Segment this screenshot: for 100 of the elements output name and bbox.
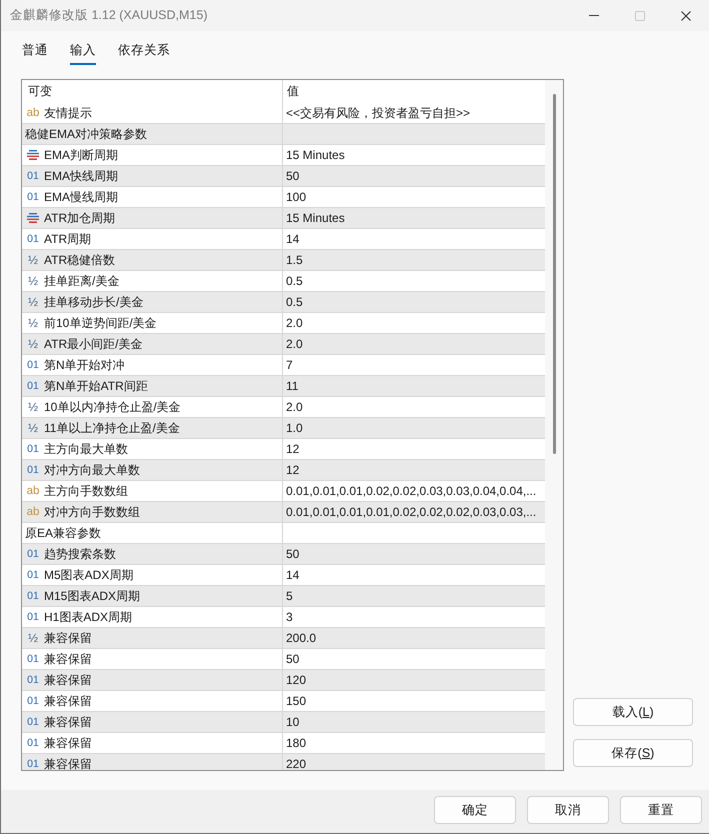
param-value: 12 [286, 442, 300, 456]
table-row[interactable]: 01 M15图表ADX周期 5 [22, 586, 545, 607]
param-name: EMA判断周期 [44, 146, 118, 164]
param-value: 220 [286, 757, 306, 770]
param-name: 兼容保留 [44, 630, 92, 646]
param-name: 对冲方向最大单数 [44, 462, 140, 478]
type-icon: ½ [26, 401, 40, 413]
table-row[interactable]: 01 ATR周期 14 [22, 229, 545, 250]
type-icon: ab [26, 506, 40, 518]
param-value: 120 [286, 673, 306, 687]
type-icon: 01 [26, 695, 40, 707]
param-name: 友情提示 [44, 104, 92, 122]
param-value: 50 [286, 547, 300, 561]
param-name: 10单以内净持仓止盈/美金 [44, 398, 181, 416]
type-icon: 01 [26, 548, 40, 560]
table-row[interactable]: ½ 前10单逆势间距/美金 2.0 [22, 313, 545, 334]
param-name: 第N单开始ATR间距 [44, 378, 148, 394]
group-row[interactable]: 原EA兼容参数 [22, 523, 545, 544]
table-row[interactable]: 01 EMA慢线周期 100 [22, 187, 545, 208]
side-button[interactable]: 载入(L) [573, 698, 693, 726]
param-name: 第N单开始对冲 [44, 356, 125, 374]
scrollbar[interactable] [545, 80, 563, 770]
type-icon: 01 [26, 758, 40, 770]
table-row[interactable]: ½ 挂单距离/美金 0.5 [22, 271, 545, 292]
param-name: 兼容保留 [44, 714, 92, 730]
tab[interactable]: 输入 [70, 42, 96, 65]
tab[interactable]: 依存关系 [118, 42, 170, 65]
param-value: 1.5 [286, 253, 303, 267]
table-row[interactable]: 01 主方向最大单数 12 [22, 439, 545, 460]
param-name: M15图表ADX周期 [44, 588, 140, 604]
type-icon: 01 [26, 611, 40, 623]
param-name: M5图表ADX周期 [44, 566, 134, 584]
param-value: 14 [286, 232, 300, 246]
table-row[interactable]: 01 兼容保留 120 [22, 670, 545, 691]
param-name: 兼容保留 [44, 672, 92, 688]
table-row[interactable]: 01 兼容保留 220 [22, 754, 545, 770]
type-icon: ½ [26, 254, 40, 266]
table-row[interactable]: 01 兼容保留 50 [22, 649, 545, 670]
param-value: <<交易有风险，投资者盈亏自担>> [286, 104, 470, 122]
table-row[interactable]: ½ 挂单移动步长/美金 0.5 [22, 292, 545, 313]
table-row[interactable]: 01 第N单开始对冲 7 [22, 355, 545, 376]
table-row[interactable]: 01 兼容保留 10 [22, 712, 545, 733]
column-header[interactable]: 值 [287, 83, 299, 100]
table-row[interactable]: 01 H1图表ADX周期 3 [22, 607, 545, 628]
param-value: 180 [286, 736, 306, 750]
table-row[interactable]: ½ 10单以内净持仓止盈/美金 2.0 [22, 397, 545, 418]
minimize-icon [589, 15, 599, 16]
param-name: ATR最小间距/美金 [44, 336, 142, 352]
table-row[interactable]: 01 EMA快线周期 50 [22, 166, 545, 187]
param-name: 11单以上净持仓止盈/美金 [44, 420, 180, 436]
table-row[interactable]: 01 趋势搜索条数 50 [22, 544, 545, 565]
table-row[interactable]: ½ 兼容保留 200.0 [22, 628, 545, 649]
table-row[interactable]: ab 主方向手数数组 0.01,0.01,0.01,0.02,0.02,0.03,0.03,0.04,0.04,... [22, 481, 545, 502]
table-row[interactable]: ab 对冲方向手数数组 0.01,0.01,0.01,0.01,0.02,0.02,0.02,0.03,0.03,... [22, 502, 545, 523]
param-value: 2.0 [286, 316, 303, 330]
table-row[interactable]: 01 第N单开始ATR间距 11 [22, 376, 545, 397]
table-row[interactable]: 01 M5图表ADX周期 14 [22, 565, 545, 586]
column-header[interactable]: 可变 [28, 83, 52, 100]
type-icon: 01 [26, 737, 40, 749]
type-icon: 01 [26, 716, 40, 728]
type-icon: 01 [26, 443, 40, 455]
table-row[interactable]: ATR加仓周期 15 Minutes [22, 208, 545, 229]
table-row[interactable]: 01 兼容保留 180 [22, 733, 545, 754]
table-row[interactable]: ½ ATR稳健倍数 1.5 [22, 250, 545, 271]
group-row[interactable]: 稳健EMA对冲策略参数 [22, 124, 545, 145]
table-row[interactable]: EMA判断周期 15 Minutes [22, 145, 545, 166]
param-value: 10 [286, 715, 300, 729]
footer-button[interactable]: 取消 [527, 796, 609, 824]
param-value: 0.01,0.01,0.01,0.02,0.02,0.03,0.03,0.04,0.04,... [286, 484, 536, 498]
group-name: 原EA兼容参数 [25, 524, 102, 542]
side-button[interactable]: 保存(S) [573, 739, 693, 767]
param-name: 挂单距离/美金 [44, 272, 120, 290]
type-icon: ½ [26, 296, 40, 308]
param-value: 7 [286, 358, 293, 372]
footer-button[interactable]: 确定 [434, 796, 516, 824]
param-value: 3 [286, 610, 293, 624]
param-name: H1图表ADX周期 [44, 608, 132, 626]
param-name: 挂单移动步长/美金 [44, 294, 144, 310]
footer-button[interactable]: 重置 [620, 796, 702, 824]
param-value: 12 [286, 463, 300, 477]
param-name: 趋势搜索条数 [44, 546, 116, 562]
table-row[interactable]: ab 友情提示 <<交易有风险，投资者盈亏自担>> [22, 103, 545, 124]
param-name: EMA快线周期 [44, 168, 118, 184]
param-value: 11 [286, 379, 298, 393]
table-row[interactable]: 01 对冲方向最大单数 12 [22, 460, 545, 481]
table-row[interactable]: ½ ATR最小间距/美金 2.0 [22, 334, 545, 355]
tab[interactable]: 普通 [22, 42, 48, 65]
param-value: 2.0 [286, 400, 303, 414]
table-row[interactable]: 01 兼容保留 150 [22, 691, 545, 712]
type-icon: 01 [26, 590, 40, 602]
table-row[interactable]: ½ 11单以上净持仓止盈/美金 1.0 [22, 418, 545, 439]
list-icon [27, 150, 39, 160]
param-value: 15 Minutes [286, 148, 345, 162]
type-icon: ½ [26, 317, 40, 329]
type-icon: 01 [26, 674, 40, 686]
scrollbar-thumb[interactable] [553, 94, 556, 454]
param-value: 14 [286, 568, 300, 582]
param-value: 150 [286, 694, 306, 708]
param-name: 兼容保留 [44, 650, 92, 668]
param-value: 0.5 [286, 295, 303, 309]
